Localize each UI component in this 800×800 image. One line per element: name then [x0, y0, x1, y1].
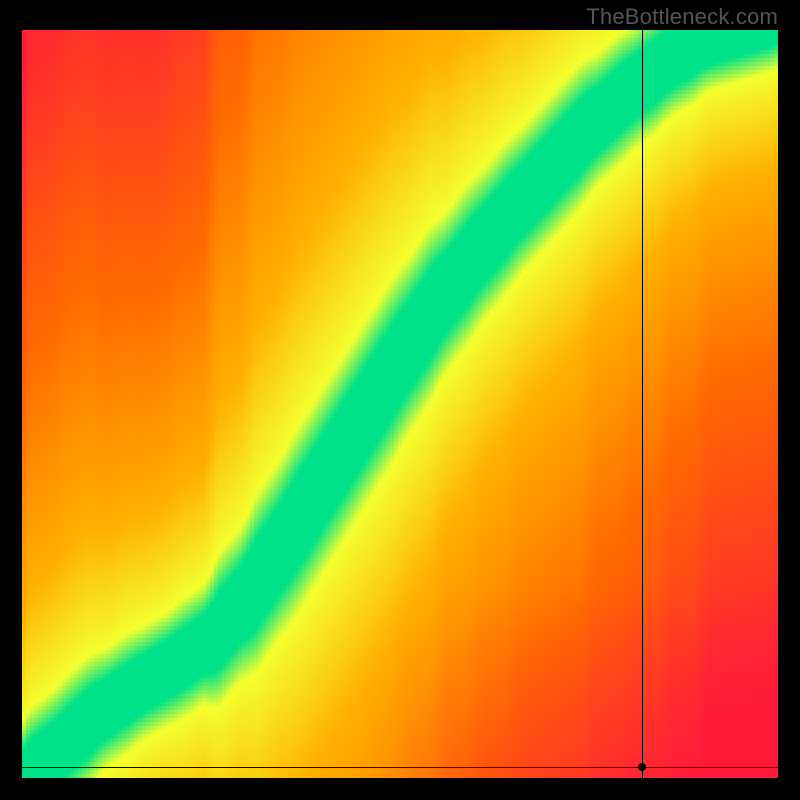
chart-frame: TheBottleneck.com — [0, 0, 800, 800]
watermark-text: TheBottleneck.com — [586, 4, 778, 30]
crosshair-horizontal — [22, 767, 778, 768]
heatmap-canvas — [22, 30, 778, 778]
crosshair-dot — [638, 763, 646, 771]
crosshair-vertical — [642, 30, 643, 778]
heatmap-plot — [22, 30, 778, 778]
